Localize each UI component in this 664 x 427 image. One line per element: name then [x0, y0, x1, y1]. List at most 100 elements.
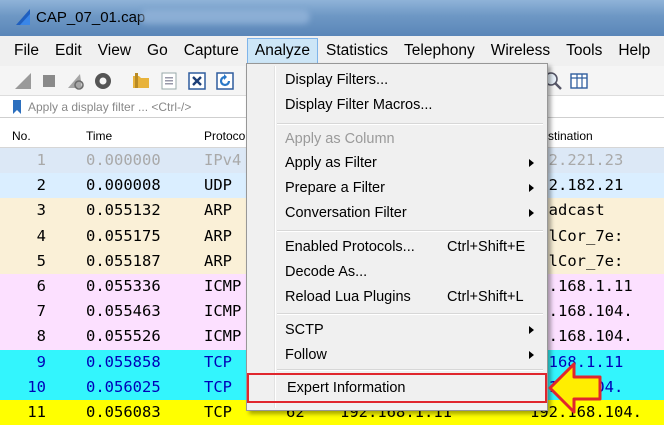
packet-number: 9: [36, 352, 46, 371]
packet-time: 0.056083: [86, 402, 161, 421]
packet-number: 4: [36, 226, 46, 245]
capture-options-icon[interactable]: [92, 70, 114, 92]
menu-item-enabled-protocols[interactable]: Enabled Protocols... Ctrl+Shift+E: [249, 235, 545, 259]
column-header-protocol[interactable]: Protoco: [204, 129, 245, 143]
packet-time: 0.055858: [86, 352, 161, 371]
start-capture-icon[interactable]: [12, 70, 34, 92]
analyze-menu: Display Filters... Display Filter Macros.…: [246, 63, 548, 411]
packet-protocol: UDP: [204, 176, 232, 195]
menu-wireless[interactable]: Wireless: [483, 38, 558, 64]
menu-item-display-filter-macros[interactable]: Display Filter Macros...: [249, 93, 545, 117]
menu-separator: [277, 230, 543, 232]
menu-item-label: Enabled Protocols...: [285, 239, 415, 255]
menu-item-follow[interactable]: Follow: [249, 343, 545, 367]
title-blur-region: [140, 10, 310, 24]
packet-number: 10: [27, 377, 46, 396]
packet-number: 6: [36, 276, 46, 295]
menu-bar: File Edit View Go Capture Analyze Statis…: [0, 36, 664, 66]
menu-item-label: Follow: [285, 347, 327, 363]
close-file-icon[interactable]: [186, 70, 208, 92]
packet-number: 5: [36, 251, 46, 270]
menu-item-reload-lua-plugins[interactable]: Reload Lua Plugins Ctrl+Shift+L: [249, 285, 545, 309]
restart-capture-icon[interactable]: [64, 70, 86, 92]
menu-item-label: Expert Information: [287, 380, 406, 396]
menu-item-label: Display Filter Macros...: [285, 97, 433, 113]
packet-time: 0.055175: [86, 226, 161, 245]
menu-item-apply-as-filter[interactable]: Apply as Filter: [249, 151, 545, 175]
resize-columns-icon[interactable]: [568, 70, 590, 92]
bookmark-icon[interactable]: [12, 100, 22, 114]
menu-item-display-filters[interactable]: Display Filters...: [249, 68, 545, 92]
menu-item-sctp[interactable]: SCTP: [249, 318, 545, 342]
menu-telephony[interactable]: Telephony: [396, 38, 483, 64]
packet-time: 0.055132: [86, 201, 161, 220]
packet-protocol: IPv4: [204, 151, 242, 169]
packet-time: 0.056025: [86, 377, 161, 396]
menu-separator: [277, 369, 543, 371]
menu-capture[interactable]: Capture: [176, 38, 247, 64]
packet-number: 2: [36, 176, 46, 195]
menu-item-label: Apply as Filter: [285, 155, 377, 171]
menu-item-decode-as[interactable]: Decode As...: [249, 260, 545, 284]
submenu-arrow-icon: [529, 184, 534, 192]
callout-arrow-icon: [548, 362, 602, 414]
menu-go[interactable]: Go: [139, 38, 176, 64]
menu-item-expert-information[interactable]: Expert Information: [247, 373, 547, 403]
packet-time: 0.055463: [86, 302, 161, 321]
menu-edit[interactable]: Edit: [47, 38, 90, 64]
menu-item-apply-as-column[interactable]: Apply as Column: [249, 127, 545, 151]
menu-item-shortcut: Ctrl+Shift+E: [447, 239, 526, 255]
packet-protocol: ARP: [204, 251, 232, 270]
menu-item-label: Apply as Column: [285, 131, 395, 147]
save-file-icon[interactable]: [158, 70, 180, 92]
packet-protocol: TCP: [204, 352, 232, 371]
menu-analyze[interactable]: Analyze: [246, 38, 319, 64]
packet-protocol: TCP: [204, 402, 232, 421]
packet-number: 1: [36, 151, 46, 169]
menu-item-label: SCTP: [285, 322, 324, 338]
column-header-time[interactable]: Time: [86, 129, 112, 143]
submenu-arrow-icon: [529, 351, 534, 359]
menu-item-label: Display Filters...: [285, 72, 389, 88]
packet-time: 0.055526: [86, 327, 161, 346]
column-header-destination[interactable]: stination: [548, 129, 593, 143]
display-filter-input[interactable]: [28, 98, 248, 116]
packet-time: 0.055336: [86, 276, 161, 295]
menu-help[interactable]: Help: [610, 38, 658, 64]
title-bar: CAP_07_01.cap: [0, 0, 664, 36]
menu-separator: [277, 123, 543, 125]
packet-protocol: ARP: [204, 226, 232, 245]
stop-capture-icon[interactable]: [38, 70, 60, 92]
menu-file[interactable]: File: [6, 38, 47, 64]
window-title: CAP_07_01.cap: [36, 9, 146, 26]
menu-item-shortcut: Ctrl+Shift+L: [447, 289, 524, 305]
menu-item-label: Reload Lua Plugins: [285, 289, 411, 305]
packet-number: 8: [36, 327, 46, 346]
packet-number: 7: [36, 302, 46, 321]
menu-item-prepare-a-filter[interactable]: Prepare a Filter: [249, 176, 545, 200]
wireshark-fin-icon: [16, 9, 30, 25]
menu-item-label: Conversation Filter: [285, 205, 407, 221]
packet-number: 3: [36, 201, 46, 220]
submenu-arrow-icon: [529, 159, 534, 167]
packet-protocol: TCP: [204, 377, 232, 396]
menu-statistics[interactable]: Statistics: [318, 38, 396, 64]
packet-time: 0.000000: [86, 151, 161, 169]
packet-protocol: ICMP: [204, 276, 242, 295]
packet-time: 0.000008: [86, 176, 161, 195]
packet-protocol: ARP: [204, 201, 232, 220]
submenu-arrow-icon: [529, 209, 534, 217]
packet-protocol: ICMP: [204, 302, 242, 321]
reload-file-icon[interactable]: [214, 70, 236, 92]
menu-item-label: Prepare a Filter: [285, 180, 385, 196]
menu-separator: [277, 313, 543, 315]
menu-item-label: Decode As...: [285, 264, 368, 280]
menu-tools[interactable]: Tools: [558, 38, 610, 64]
menu-view[interactable]: View: [90, 38, 139, 64]
packet-protocol: ICMP: [204, 327, 242, 346]
column-header-no[interactable]: No.: [12, 129, 31, 143]
submenu-arrow-icon: [529, 326, 534, 334]
open-file-icon[interactable]: [130, 70, 152, 92]
menu-item-conversation-filter[interactable]: Conversation Filter: [249, 201, 545, 225]
packet-number: 11: [27, 402, 46, 421]
